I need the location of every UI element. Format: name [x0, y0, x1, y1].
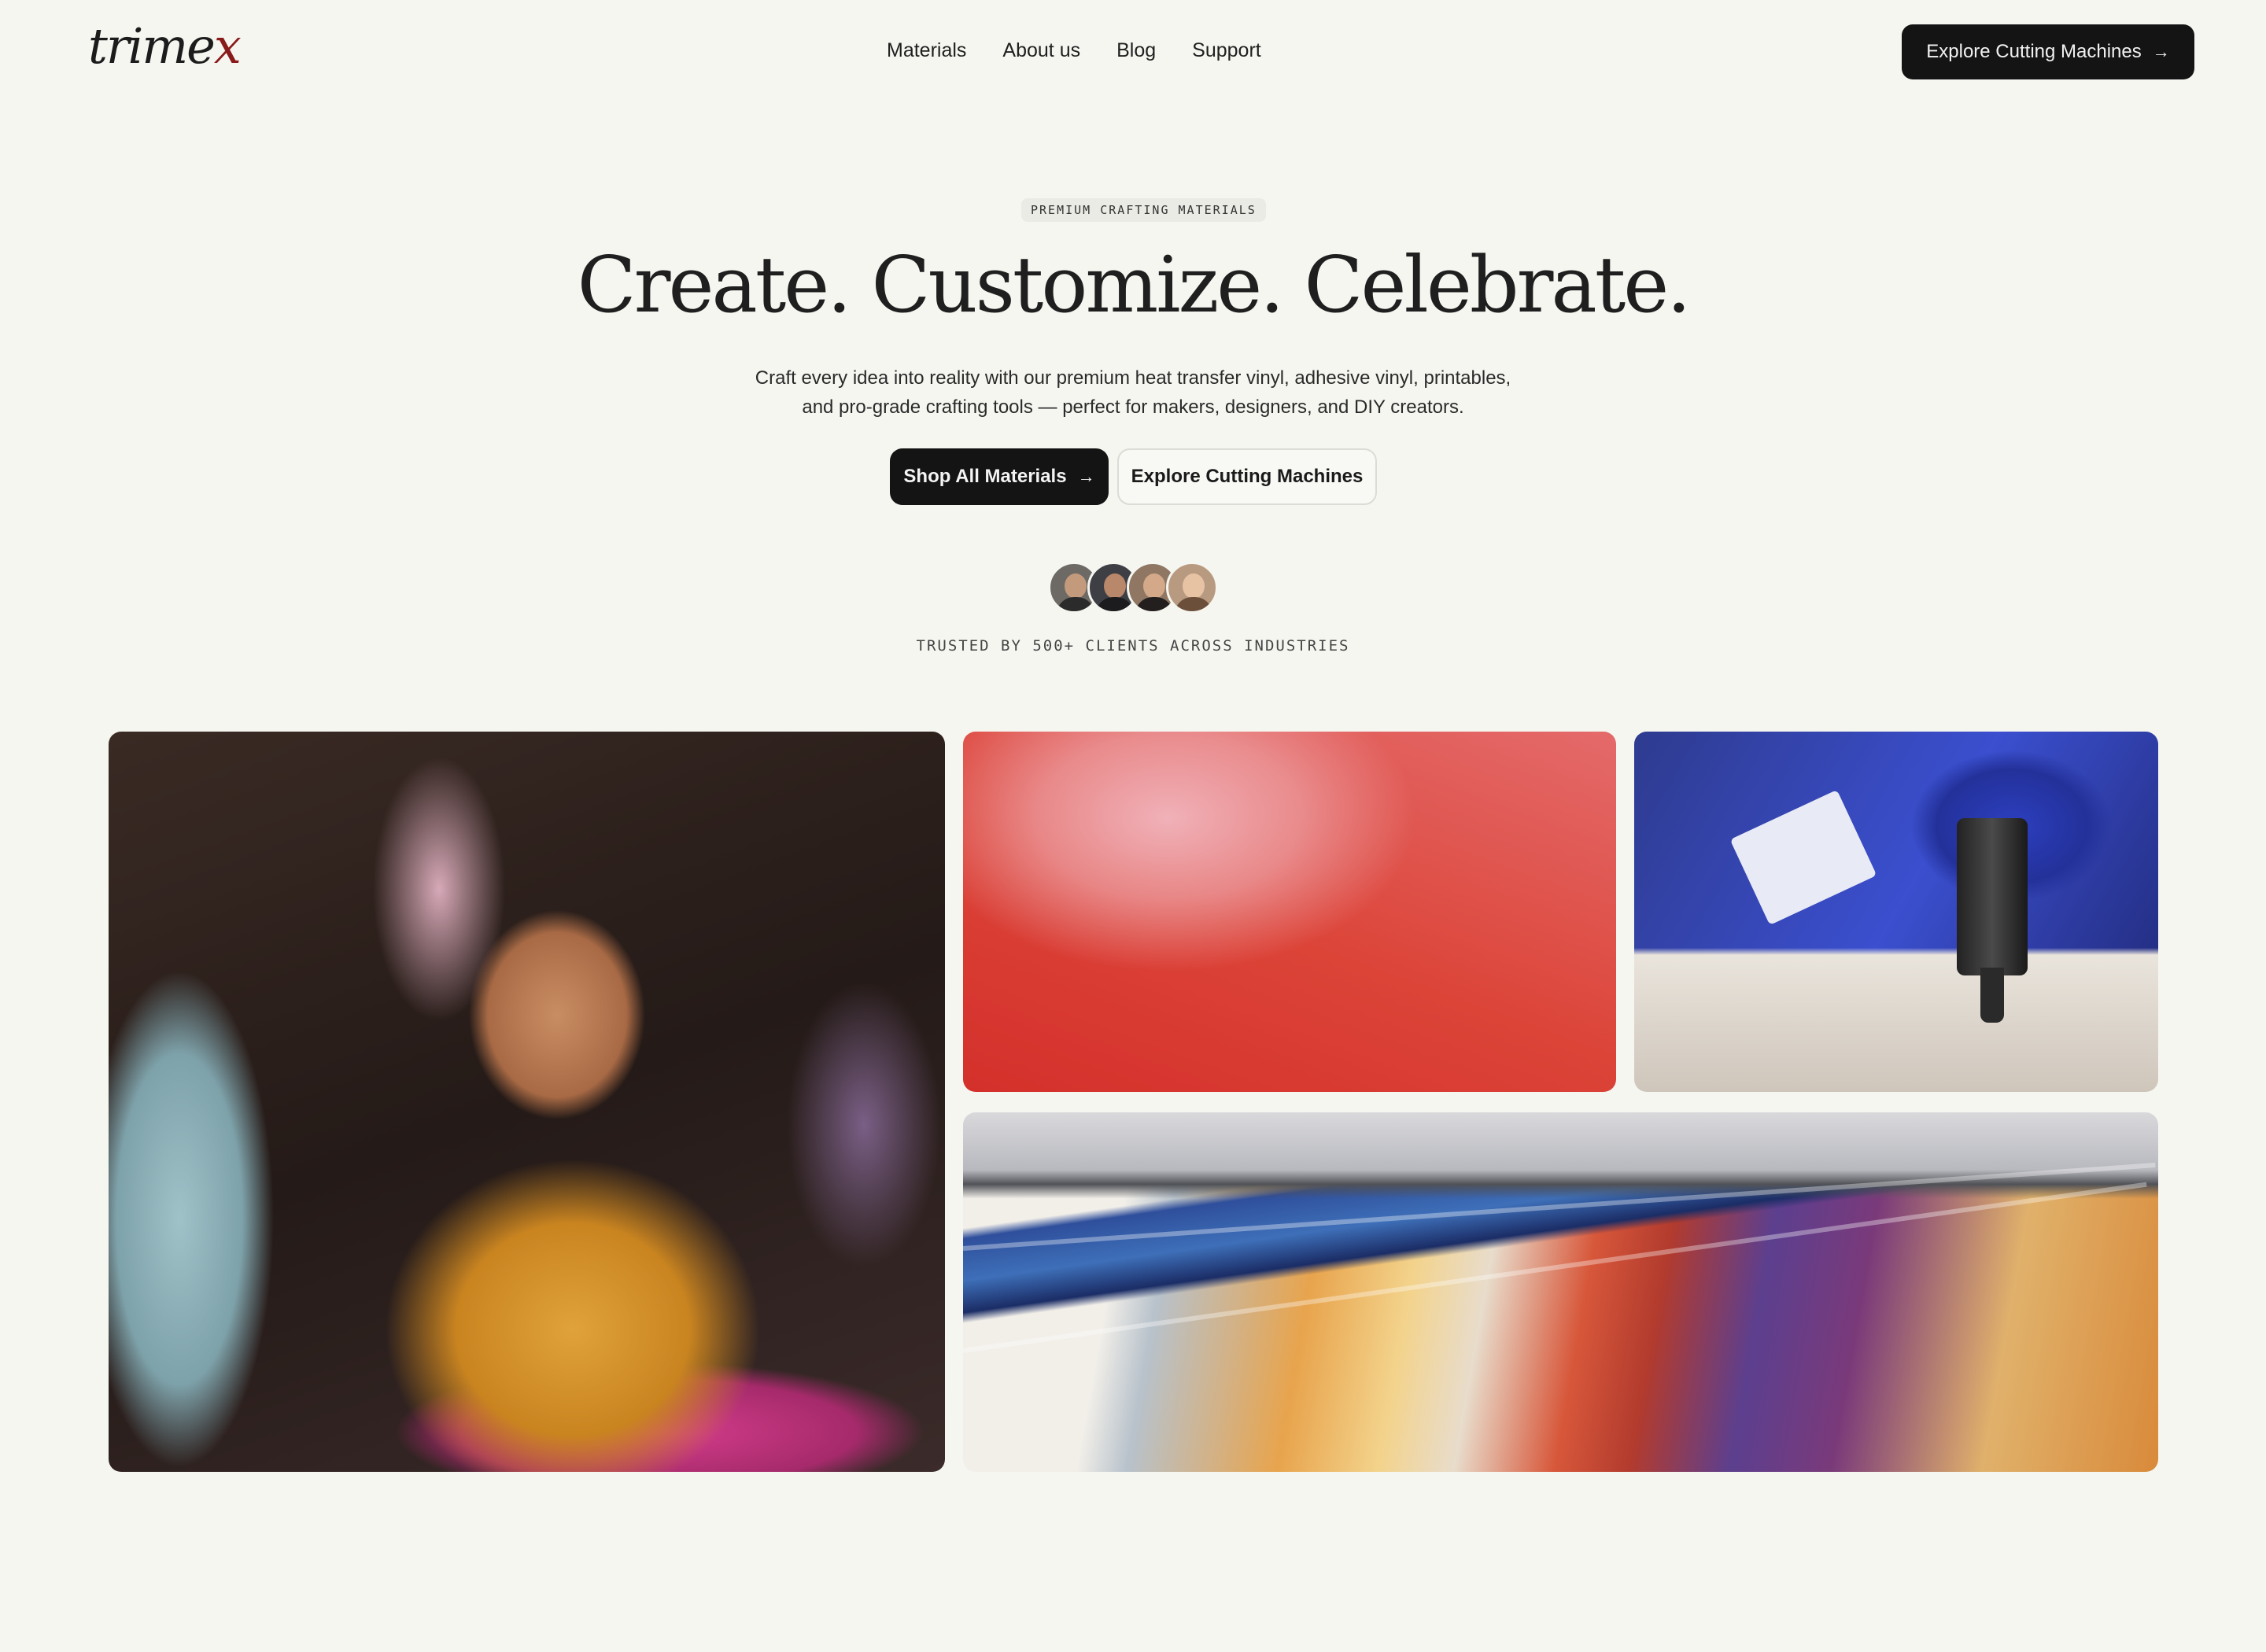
client-avatars [1048, 562, 1221, 617]
nav-link-blog[interactable]: Blog [1116, 39, 1156, 62]
nav-link-support[interactable]: Support [1192, 39, 1261, 62]
shop-all-materials-label: Shop All Materials [903, 466, 1067, 487]
top-navigation: trimex Materials About us Blog Support E… [0, 0, 2266, 110]
paper-sheet [1729, 789, 1877, 926]
fabric-rolls-photo [963, 1112, 2158, 1472]
nav-cta-label: Explore Cutting Machines [1926, 41, 2142, 62]
explore-cutting-machines-nav-button[interactable]: Explore Cutting Machines → [1902, 24, 2194, 79]
eyebrow-badge: PREMIUM CRAFTING MATERIALS [1021, 198, 1266, 222]
hero-description-line-2: and pro-grade crafting tools — perfect f… [802, 396, 1464, 418]
nav-link-about-us[interactable]: About us [1002, 39, 1080, 62]
arrow-right-icon: → [1077, 466, 1095, 486]
nav-links: Materials About us Blog Support [887, 39, 1297, 62]
gradient-texture-image [963, 732, 1616, 1092]
avatar [1166, 562, 1218, 614]
nav-link-materials[interactable]: Materials [887, 39, 966, 62]
hero-headline: Create. Customize. Celebrate. [577, 241, 1692, 330]
artisan-photo [109, 732, 945, 1472]
hero-description-line-1: Craft every idea into reality with our p… [755, 367, 1511, 389]
shop-all-materials-button[interactable]: Shop All Materials → [890, 448, 1109, 505]
arrow-right-icon: → [2152, 42, 2170, 61]
hero-description: Craft every idea into reality with our p… [0, 363, 2266, 422]
cutting-machine-photo [1634, 732, 2158, 1092]
laser-head [1957, 818, 2028, 975]
trusted-by-text: TRUSTED BY 500+ CLIENTS ACROSS INDUSTRIE… [916, 637, 1350, 655]
laser-nozzle [1980, 968, 2004, 1023]
brand-logo[interactable]: trimex [88, 17, 242, 75]
explore-cutting-machines-button[interactable]: Explore Cutting Machines [1117, 448, 1377, 505]
